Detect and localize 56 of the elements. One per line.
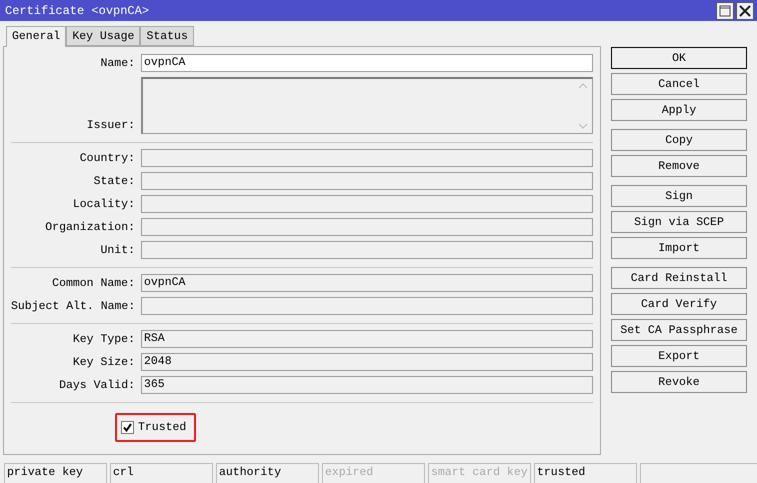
dialog-button[interactable]: Card Verify [611,293,747,315]
text-field[interactable]: ovpnCA [141,274,593,292]
dialog-button[interactable]: Set CA Passphrase [611,319,747,341]
checkbox-label: Trusted [138,421,186,434]
dialog-button[interactable]: Copy [611,129,747,151]
dialog-button[interactable]: Revoke [611,371,747,393]
text-field[interactable] [141,297,593,315]
close-icon [739,4,751,16]
status-cell: smart card key [428,463,531,483]
scroll-up-icon[interactable] [578,83,588,89]
field-label: Locality: [72,197,135,213]
text-field[interactable] [141,149,593,167]
dialog-button[interactable]: Card Reinstall [611,267,747,289]
dialog-button[interactable]: Cancel [611,73,747,95]
dialog-button[interactable]: Remove [611,155,747,177]
text-field[interactable]: RSA [141,330,593,348]
text-field[interactable] [141,172,593,190]
dialog-button[interactable]: Apply [611,99,747,121]
dialog-button[interactable]: Sign via SCEP [611,211,747,233]
window-title: Certificate <ovpnCA> [5,4,150,18]
status-cell: authority [216,463,319,483]
field-label: Issuer: [86,118,135,134]
check-icon [123,423,132,432]
maximize-button[interactable] [716,2,734,20]
status-cell: expired [322,463,425,483]
field-label: Country: [78,151,135,167]
status-cell: trusted [534,463,637,483]
field-label: Organization: [44,220,135,236]
field-label: Unit: [99,243,135,259]
tab[interactable]: General [6,26,66,47]
field-label: Subject Alt. Name: [11,299,135,315]
field-label: Name: [99,56,135,72]
dialog-button[interactable]: OK [611,47,747,69]
field-label: Common Name: [51,276,135,292]
field-label: Days Valid: [58,378,135,394]
status-cell: private key [4,463,107,483]
tab[interactable]: Status [140,26,194,46]
text-field[interactable] [141,241,593,259]
status-cell: crl [110,463,213,483]
field-label: State: [92,174,135,190]
tab[interactable]: Key Usage [66,26,140,46]
maximize-icon [719,4,731,16]
field-label: Key Size: [72,355,135,371]
text-field[interactable]: 365 [141,376,593,394]
field-label: Key Type: [72,332,135,348]
dialog-button[interactable]: Export [611,345,747,367]
text-area[interactable] [141,77,593,134]
text-field[interactable] [141,195,593,213]
checkbox[interactable] [121,421,134,434]
scroll-down-icon[interactable] [578,123,588,129]
text-field[interactable]: 2048 [141,353,593,371]
dialog-button[interactable]: Import [611,237,747,259]
dialog-button[interactable]: Sign [611,185,747,207]
close-button[interactable] [736,2,754,20]
text-field[interactable] [141,218,593,236]
text-field[interactable]: ovpnCA [141,54,593,72]
